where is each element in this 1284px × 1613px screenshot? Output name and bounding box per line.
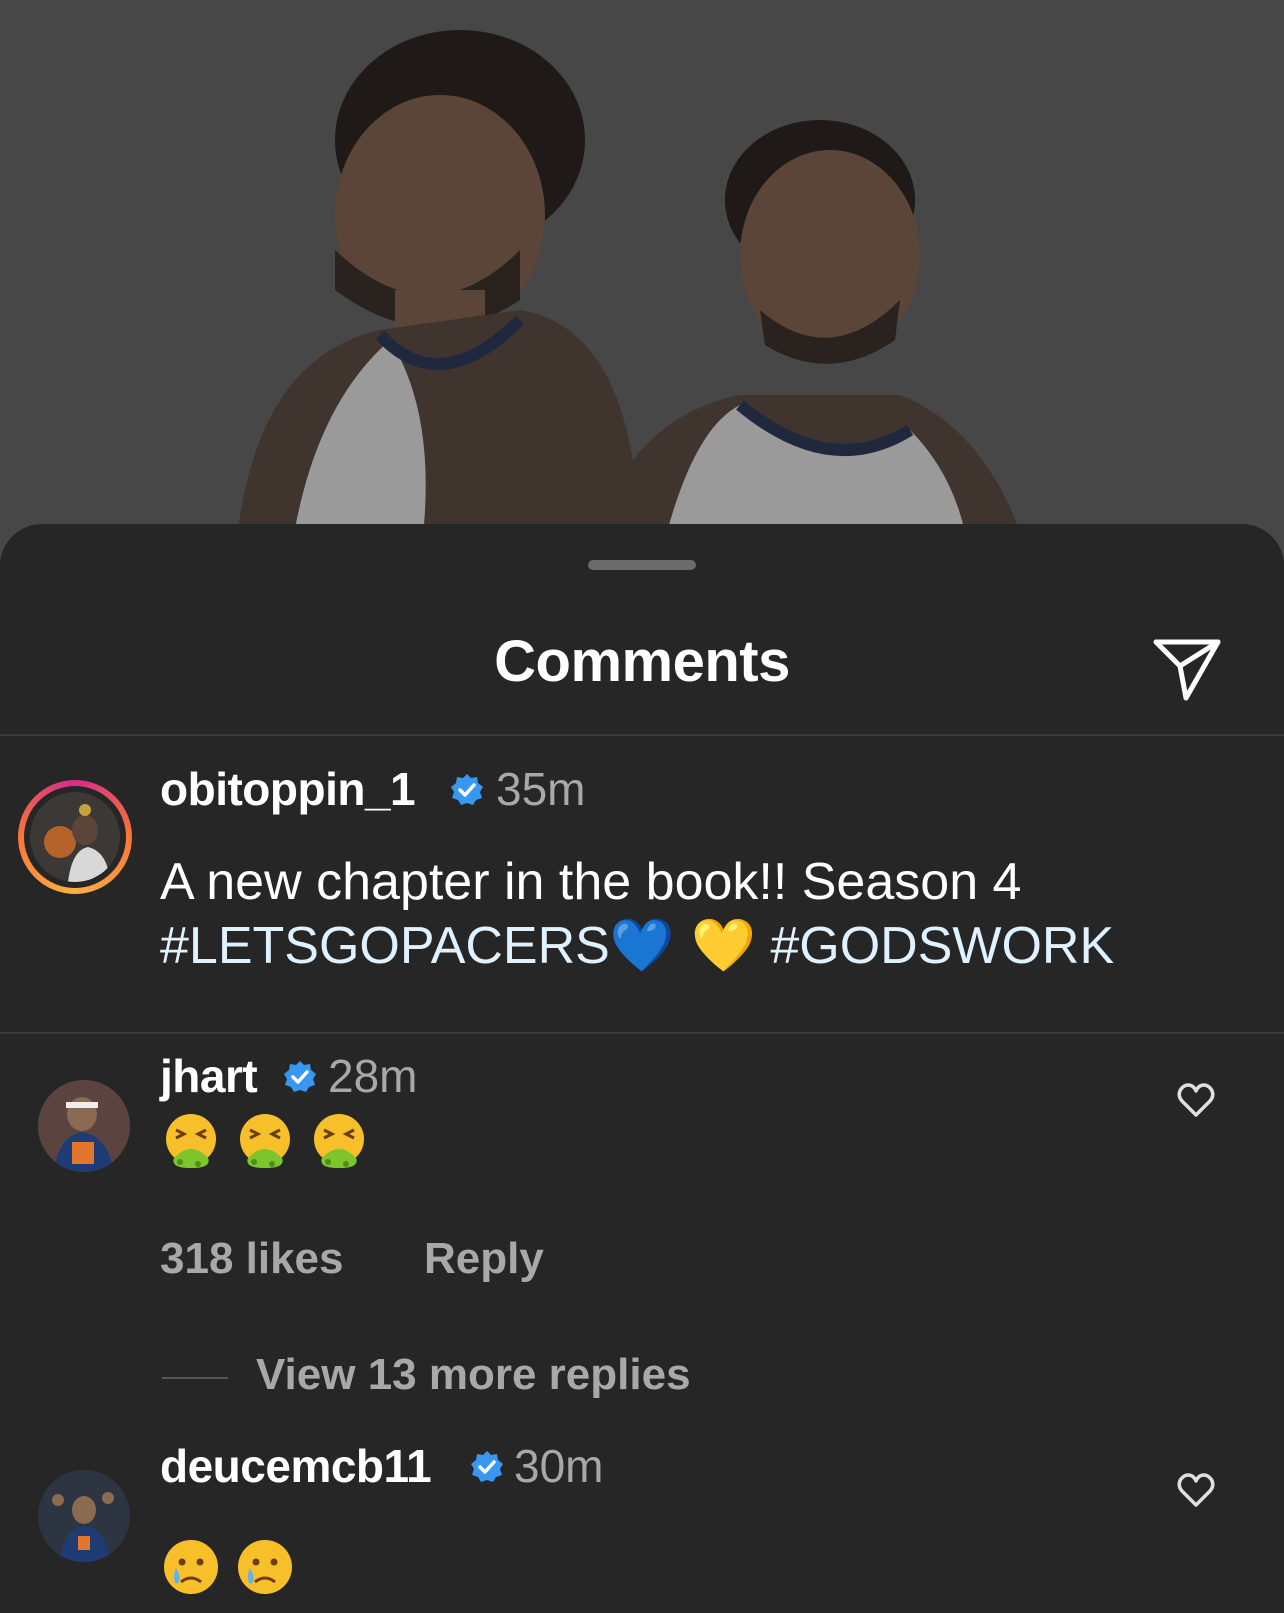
hashtag-letsgopacers[interactable]: #LETSGOPACERS [160, 917, 610, 975]
sheet-title: Comments [494, 629, 790, 694]
replies-line [162, 1377, 228, 1379]
comment-emoji-jhart [162, 1112, 368, 1170]
like-heart-icon[interactable] [1176, 1470, 1216, 1510]
vomit-emoji-icon [310, 1112, 368, 1170]
avatar-jhart[interactable] [38, 1080, 130, 1172]
verified-badge-icon [471, 1451, 503, 1482]
hashtag-godswork[interactable]: #GODSWORK [770, 917, 1114, 975]
view-more-replies-button[interactable]: View 13 more replies [256, 1350, 691, 1400]
avatar-obitoppin[interactable] [18, 780, 132, 894]
caption-time: 35m [496, 763, 586, 815]
caption-line2: #LETSGOPACERS💙 💛 #GODSWORK [160, 914, 1114, 978]
comment-username-jhart[interactable]: jhart [160, 1049, 258, 1103]
verified-badge-icon [284, 1061, 316, 1092]
reply-button[interactable]: Reply [424, 1234, 544, 1284]
like-heart-icon[interactable] [1176, 1080, 1216, 1120]
comment-time-deucemcb11: 30m [514, 1440, 604, 1492]
post-image [0, 0, 1284, 560]
hearts-emoji: 💙 💛 [609, 916, 756, 976]
vomit-emoji-icon [236, 1112, 294, 1170]
crying-face-emoji-icon [236, 1538, 294, 1596]
vomit-emoji-icon [162, 1112, 220, 1170]
verified-badge-icon [451, 774, 483, 805]
header-divider [0, 734, 1284, 736]
comments-sheet: Comments obitoppin_1 35m A new chapter i… [0, 524, 1284, 1613]
share-button[interactable] [1152, 636, 1224, 702]
comment-time-jhart: 28m [328, 1050, 418, 1102]
caption-divider [0, 1032, 1284, 1034]
comment-username-deucemcb11[interactable]: deucemcb11 [160, 1439, 432, 1493]
caption-username[interactable]: obitoppin_1 [160, 762, 416, 816]
paper-plane-icon [1153, 639, 1221, 701]
crying-face-emoji-icon [162, 1538, 220, 1596]
comment-likes-jhart[interactable]: 318 likes [160, 1234, 344, 1284]
sheet-grabber-handle[interactable] [588, 560, 696, 570]
comment-emoji-deucemcb11 [162, 1538, 294, 1596]
avatar-deucemcb11[interactable] [38, 1470, 130, 1562]
caption-line1: A new chapter in the book!! Season 4 [160, 853, 1022, 911]
